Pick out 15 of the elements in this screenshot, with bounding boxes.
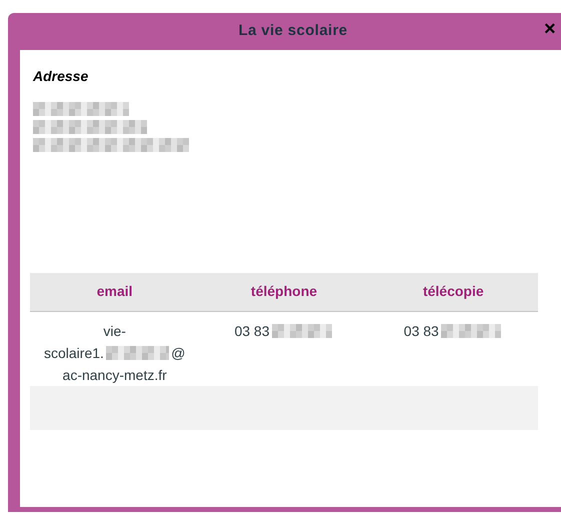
address-label: Adresse [33, 67, 90, 86]
cell-text: scolaire1. [44, 344, 104, 362]
cell-text: ac-nancy-metz.fr [62, 366, 167, 385]
cell-text: @ [171, 344, 186, 362]
column-header: email [30, 273, 200, 311]
redacted-mark [272, 324, 332, 338]
column-header: téléphone [199, 273, 369, 311]
window-title: La vie scolaire [238, 21, 348, 42]
column-header: télécopie [368, 273, 538, 311]
cell-text: vie- [103, 322, 126, 340]
redacted-mark [440, 324, 501, 338]
cell-text: 03 83 [404, 322, 439, 340]
close-button[interactable]: × [544, 19, 556, 39]
redacted-mark [106, 346, 170, 360]
cell-text: 03 83 [234, 322, 270, 340]
